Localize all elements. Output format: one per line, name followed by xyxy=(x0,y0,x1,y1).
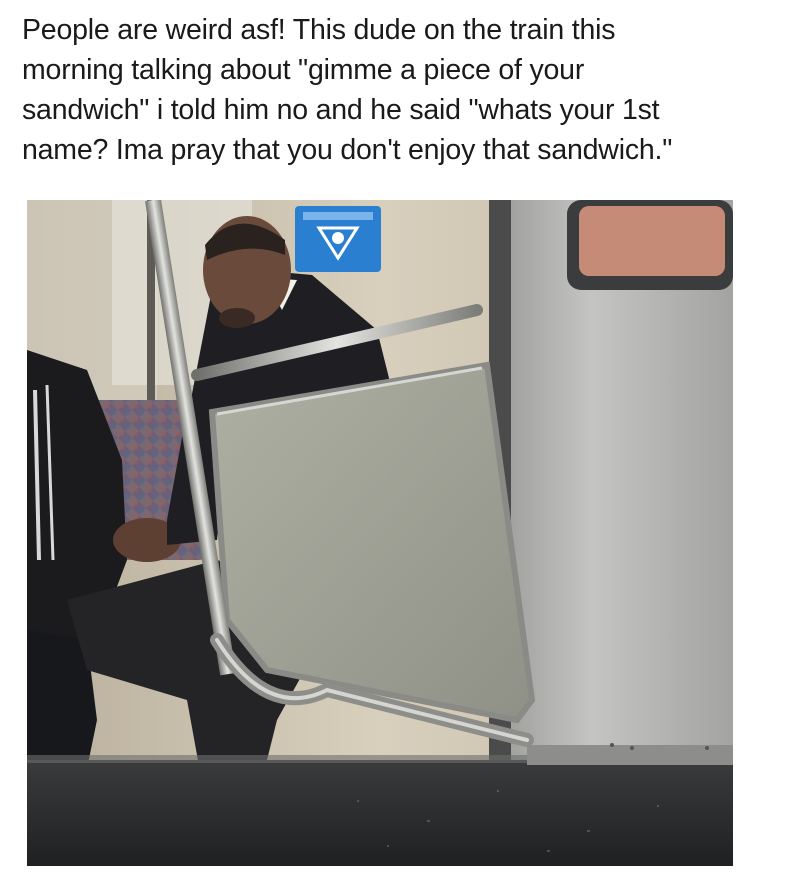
caption-line-2: morning talking about "gimme a piece of … xyxy=(22,54,585,86)
train-photo xyxy=(27,200,733,866)
caption-line-3: sandwich" i told him no and he said "wha… xyxy=(22,94,660,126)
train-floor xyxy=(27,760,733,866)
accessibility-sign-icon xyxy=(295,206,381,272)
post-caption: People are weird asf! This dude on the t… xyxy=(22,10,782,170)
caption-line-4: name? Ima pray that you don't enjoy that… xyxy=(22,134,673,166)
caption-line-1: People are weird asf! This dude on the t… xyxy=(22,14,616,46)
